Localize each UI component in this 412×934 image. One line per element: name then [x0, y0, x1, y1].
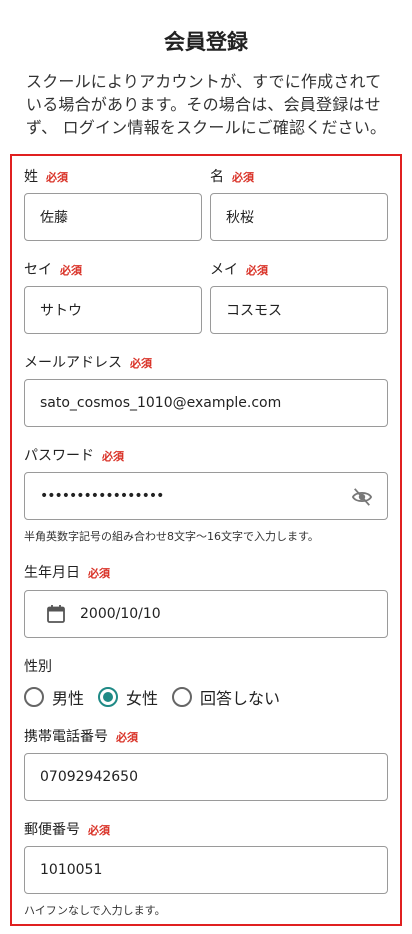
- last-name-kana-label: セイ 必須: [24, 259, 82, 279]
- email-label: メールアドレス 必須: [24, 352, 152, 372]
- first-name-kana-label: メイ 必須: [210, 259, 268, 279]
- birthdate-label: 生年月日 必須: [24, 562, 110, 582]
- first-name-field[interactable]: 秋桜: [210, 193, 388, 241]
- gender-option-male[interactable]: 男性: [24, 685, 84, 709]
- password-label: パスワード 必須: [24, 445, 124, 465]
- postal-code-field[interactable]: 1010051: [24, 846, 388, 894]
- last-name-kana-label-text: セイ: [24, 262, 52, 278]
- postal-code-helper-text: ハイフンなしで入力します。: [24, 904, 166, 917]
- gender-option-no-answer[interactable]: 回答しない: [172, 685, 280, 709]
- birthdate-value: 2000/10/10: [80, 606, 161, 622]
- mobile-phone-field[interactable]: 07092942650: [24, 753, 388, 801]
- gender-radio-group: 男性 女性 回答しない: [24, 684, 294, 710]
- password-masked-value: •••••••••••••••••: [40, 488, 164, 504]
- radio-checked-icon[interactable]: [98, 687, 119, 707]
- required-badge: 必須: [46, 171, 68, 184]
- required-badge: 必須: [116, 731, 138, 744]
- mobile-value: 07092942650: [40, 769, 138, 785]
- last-name-label: 姓必須: [24, 166, 68, 186]
- first-name-kana-label-text: メイ: [210, 262, 238, 278]
- postal-code-label: 郵便番号 必須: [24, 819, 110, 839]
- required-badge: 必須: [88, 824, 110, 837]
- gender-option-label: 男性: [52, 689, 85, 708]
- last-name-field[interactable]: 佐藤: [24, 193, 202, 241]
- gender-label: 性別: [24, 659, 52, 675]
- postal-code-value: 1010051: [40, 862, 103, 878]
- birthdate-label-text: 生年月日: [24, 565, 80, 581]
- password-label-text: パスワード: [24, 448, 94, 464]
- calendar-icon: [47, 605, 65, 623]
- email-label-text: メールアドレス: [24, 355, 122, 371]
- last-name-label-text: 姓: [24, 169, 38, 185]
- required-badge: 必須: [130, 357, 152, 370]
- eye-off-icon[interactable]: [351, 487, 373, 507]
- email-field[interactable]: sato_cosmos_1010@example.com: [24, 379, 388, 427]
- birthdate-field[interactable]: 2000/10/10: [24, 590, 388, 638]
- radio-unchecked-icon[interactable]: [24, 687, 44, 707]
- last-name-kana-value: サトウ: [40, 303, 82, 319]
- required-badge: 必須: [232, 171, 254, 184]
- first-name-kana-value: コスモス: [226, 303, 282, 319]
- required-badge: 必須: [246, 264, 268, 277]
- gender-option-label: 回答しない: [200, 689, 281, 708]
- postal-code-label-text: 郵便番号: [24, 822, 80, 838]
- gender-option-label: 女性: [126, 689, 159, 708]
- first-name-kana-field[interactable]: コスモス: [210, 286, 388, 334]
- mobile-label: 携帯電話番号 必須: [24, 726, 138, 746]
- required-badge: 必須: [88, 567, 110, 580]
- first-name-value: 秋桜: [226, 210, 254, 226]
- radio-unchecked-icon[interactable]: [172, 687, 193, 707]
- mobile-label-text: 携帯電話番号: [24, 729, 108, 745]
- email-value: sato_cosmos_1010@example.com: [40, 395, 282, 411]
- first-name-label: 名必須: [210, 166, 254, 186]
- last-name-value: 佐藤: [40, 210, 68, 226]
- page-title: 会員登録: [164, 30, 248, 54]
- first-name-label-text: 名: [210, 169, 224, 185]
- last-name-kana-field[interactable]: サトウ: [24, 286, 202, 334]
- required-badge: 必須: [60, 264, 82, 277]
- gender-option-female[interactable]: 女性: [98, 685, 158, 709]
- intro-text: スクールによりアカウントが、すでに作成されている場合があります。その場合は、会員…: [26, 72, 387, 137]
- password-helper-text: 半角英数字記号の組み合わせ8文字〜16文字で入力します。: [24, 530, 319, 543]
- required-badge: 必須: [102, 450, 124, 463]
- password-field[interactable]: •••••••••••••••••: [24, 472, 388, 520]
